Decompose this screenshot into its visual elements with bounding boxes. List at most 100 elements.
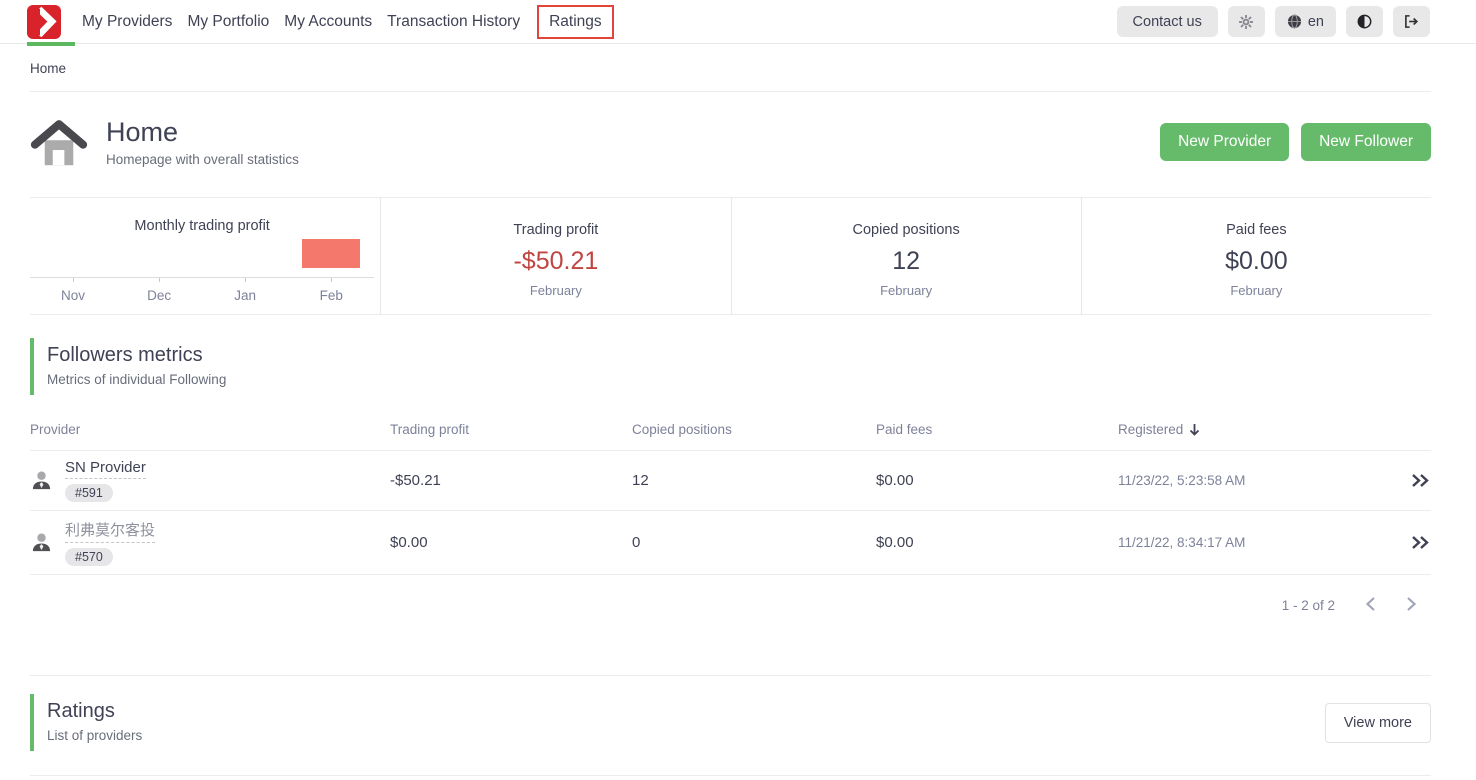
breadcrumb-bar: Home xyxy=(30,44,1431,91)
column-header-paid-fees[interactable]: Paid fees xyxy=(876,409,1118,450)
page-title-block: Home Homepage with overall statistics xyxy=(106,117,299,167)
chart-axis-label: Feb xyxy=(288,288,374,303)
chart-axis-label: Jan xyxy=(202,288,288,303)
settings-button[interactable] xyxy=(1228,6,1265,37)
followers-metrics-header: Followers metrics Metrics of individual … xyxy=(30,338,1431,395)
stat-card-trading-profit: Trading profit -$50.21 February xyxy=(380,198,730,314)
nav-item-my-accounts[interactable]: My Accounts xyxy=(284,13,372,31)
chart-x-axis xyxy=(30,277,374,282)
chart-x-labels: NovDecJanFeb xyxy=(30,288,374,303)
next-page-button[interactable] xyxy=(1404,594,1419,617)
stats-row: Monthly trading profit NovDecJanFeb Trad… xyxy=(30,197,1431,315)
nav-item-transaction-history[interactable]: Transaction History xyxy=(387,13,520,31)
nav-actions: Contact us en xyxy=(1117,6,1430,37)
logout-icon xyxy=(1403,14,1420,29)
active-tab-indicator xyxy=(27,42,75,46)
theme-toggle-button[interactable] xyxy=(1346,6,1383,37)
home-icon xyxy=(30,117,88,167)
stat-card-paid-fees: Paid fees $0.00 February xyxy=(1081,198,1431,314)
stat-label: Copied positions xyxy=(742,222,1071,238)
avatar-icon xyxy=(30,531,53,554)
breadcrumb[interactable]: Home xyxy=(30,61,66,76)
followers-metrics-section: Followers metrics Metrics of individual … xyxy=(30,338,1431,631)
cell-actions xyxy=(1375,535,1431,550)
stat-period: February xyxy=(742,283,1071,298)
chevron-left-icon xyxy=(1365,596,1376,612)
stat-label: Paid fees xyxy=(1092,222,1421,238)
column-header-registered[interactable]: Registered xyxy=(1118,409,1375,450)
provider-info: SN Provider #591 xyxy=(65,459,146,502)
globe-icon xyxy=(1287,14,1302,29)
top-navbar: My Providers My Portfolio My Accounts Tr… xyxy=(0,0,1476,44)
chart-title: Monthly trading profit xyxy=(30,218,374,234)
open-details-icon[interactable] xyxy=(1410,473,1431,488)
followers-table: Provider Trading profit Copied positions… xyxy=(30,409,1431,631)
provider-name-link[interactable]: 利弗莫尔客投 xyxy=(65,519,155,543)
chart-tick-slot xyxy=(30,278,116,282)
provider-id-badge: #570 xyxy=(65,548,113,566)
gear-icon xyxy=(1238,14,1254,30)
ratings-block: Ratings List of providers View more xyxy=(30,675,1431,776)
provider-info: 利弗莫尔客投 #570 xyxy=(65,519,155,566)
view-more-button[interactable]: View more xyxy=(1325,703,1431,743)
sort-descending-icon xyxy=(1189,423,1200,436)
cell-trading-profit: $0.00 xyxy=(390,534,632,551)
stat-value: 12 xyxy=(742,247,1071,276)
stat-value: $0.00 xyxy=(1092,247,1421,276)
chart-tick-slot xyxy=(202,278,288,282)
logout-button[interactable] xyxy=(1393,6,1430,37)
ratings-section: Ratings List of providers View more xyxy=(30,676,1431,773)
chart-bar-slot xyxy=(288,239,374,277)
chart-tick xyxy=(245,278,246,282)
cell-copied-positions: 0 xyxy=(632,534,876,551)
new-provider-button[interactable]: New Provider xyxy=(1160,123,1289,161)
stat-card-copied-positions: Copied positions 12 February xyxy=(731,198,1081,314)
nav-item-ratings[interactable]: Ratings xyxy=(549,13,602,30)
stat-period: February xyxy=(1092,283,1421,298)
provider-cell: 利弗莫尔客投 #570 xyxy=(30,511,390,574)
open-details-icon[interactable] xyxy=(1410,535,1431,550)
chart-bar-slot xyxy=(116,239,202,277)
cell-actions xyxy=(1375,473,1431,488)
stat-period: February xyxy=(391,283,720,298)
cell-registered: 11/23/22, 5:23:58 AM xyxy=(1118,473,1375,488)
provider-cell: SN Provider #591 xyxy=(30,451,390,510)
table-header-row: Provider Trading profit Copied positions… xyxy=(30,409,1431,451)
stat-value: -$50.21 xyxy=(391,247,720,276)
section-title: Followers metrics xyxy=(47,344,1431,367)
nav-item-my-providers[interactable]: My Providers xyxy=(82,13,172,31)
chart-tick xyxy=(159,278,160,282)
previous-page-button[interactable] xyxy=(1363,594,1378,617)
column-header-trading-profit[interactable]: Trading profit xyxy=(390,409,632,450)
pagination-range-label: 1 - 2 of 2 xyxy=(1282,598,1335,613)
chart-bar-slot xyxy=(202,239,288,277)
chevron-right-icon xyxy=(1406,596,1417,612)
column-header-provider[interactable]: Provider xyxy=(30,409,390,450)
section-subtitle: List of providers xyxy=(47,728,142,743)
column-header-copied-positions[interactable]: Copied positions xyxy=(632,409,876,450)
main-nav: My Providers My Portfolio My Accounts Tr… xyxy=(82,5,614,39)
chart-bar xyxy=(302,239,360,268)
column-header-actions xyxy=(1375,417,1431,443)
monthly-trading-profit-chart: Monthly trading profit NovDecJanFeb xyxy=(30,198,380,314)
new-follower-button[interactable]: New Follower xyxy=(1301,123,1431,161)
provider-name-link[interactable]: SN Provider xyxy=(65,459,146,479)
stat-label: Trading profit xyxy=(391,222,720,238)
page-title: Home xyxy=(106,117,299,148)
cell-trading-profit: -$50.21 xyxy=(390,472,632,489)
ratings-highlight-box: Ratings xyxy=(537,5,614,39)
cell-copied-positions: 12 xyxy=(632,472,876,489)
provider-id-badge: #591 xyxy=(65,484,113,502)
language-button[interactable]: en xyxy=(1275,6,1336,37)
app-logo-icon[interactable] xyxy=(27,5,61,39)
chart-tick xyxy=(331,278,332,282)
chart-axis-label: Dec xyxy=(116,288,202,303)
chart-plot-area xyxy=(30,239,374,277)
chart-tick-slot xyxy=(288,278,374,282)
table-row: 利弗莫尔客投 #570 $0.00 0 $0.00 11/21/22, 8:34… xyxy=(30,511,1431,575)
ratings-header: Ratings List of providers xyxy=(30,694,142,751)
chart-tick xyxy=(73,278,74,282)
cell-registered: 11/21/22, 8:34:17 AM xyxy=(1118,535,1375,550)
nav-item-my-portfolio[interactable]: My Portfolio xyxy=(187,13,269,31)
contact-us-button[interactable]: Contact us xyxy=(1117,6,1218,37)
